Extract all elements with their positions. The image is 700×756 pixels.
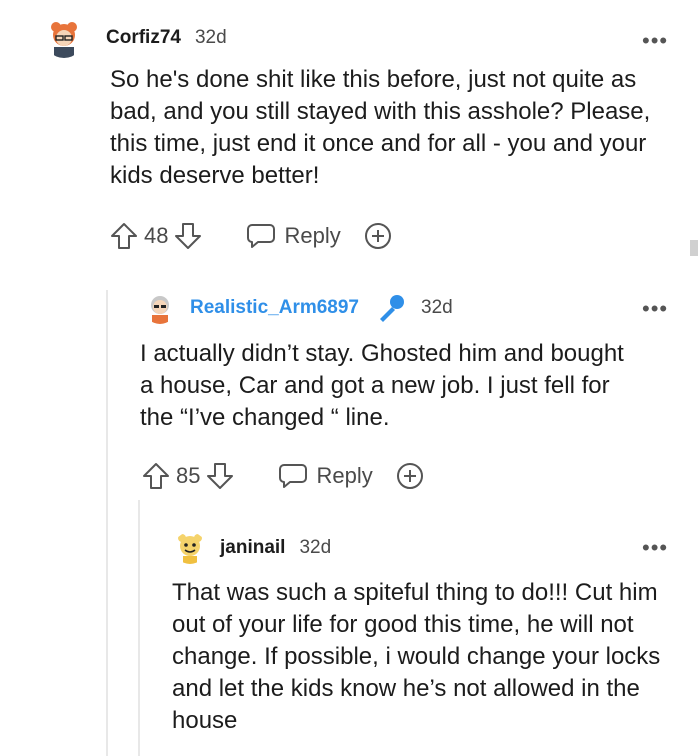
comment-actions: 48 Reply — [110, 221, 393, 251]
username[interactable]: janinail — [220, 537, 285, 559]
reply-button[interactable]: Reply — [246, 222, 341, 250]
reply-label: Reply — [316, 463, 373, 488]
comment-age: 32d — [299, 537, 332, 558]
username[interactable]: Realistic_Arm6897 — [190, 297, 359, 319]
comment-body: That was such a spiteful thing to do!!! … — [172, 579, 661, 734]
reply-icon — [247, 224, 276, 248]
more-options-icon[interactable]: ••• — [642, 30, 668, 52]
reply-label: Reply — [284, 223, 341, 248]
downvote-icon[interactable] — [206, 461, 234, 491]
comment-age: 32d — [194, 27, 227, 48]
comment-age: 32d — [421, 297, 453, 318]
thread-line[interactable] — [138, 500, 140, 756]
username[interactable]: Corfiz74 — [106, 27, 181, 49]
avatar[interactable] — [174, 532, 206, 564]
award-icon[interactable] — [395, 461, 425, 491]
microphone-icon — [380, 295, 404, 322]
more-options-icon[interactable]: ••• — [642, 298, 668, 320]
thread-line[interactable] — [106, 290, 108, 756]
more-options-icon[interactable]: ••• — [642, 537, 668, 559]
vote-count: 85 — [176, 463, 201, 488]
comment-actions: 85 Reply — [142, 461, 425, 491]
comment-header: Realistic_Arm6897 32d — [144, 292, 453, 324]
award-icon[interactable] — [363, 221, 393, 251]
upvote-icon[interactable] — [110, 221, 138, 251]
comment-body: So he's done shit like this before, just… — [110, 66, 651, 189]
upvote-icon[interactable] — [142, 461, 170, 491]
avatar[interactable] — [144, 292, 176, 324]
reply-button[interactable]: Reply — [278, 462, 373, 490]
comment-header: Corfiz74 32d — [44, 18, 227, 58]
comment-header: janinail 32d — [174, 532, 331, 564]
vote-count: 48 — [144, 223, 169, 248]
comment-body: I actually didn’t stay. Ghosted him and … — [140, 340, 624, 431]
avatar[interactable] — [44, 18, 84, 58]
reply-icon — [279, 464, 308, 488]
downvote-icon[interactable] — [174, 221, 202, 251]
scrollbar-thumb[interactable] — [690, 240, 698, 256]
